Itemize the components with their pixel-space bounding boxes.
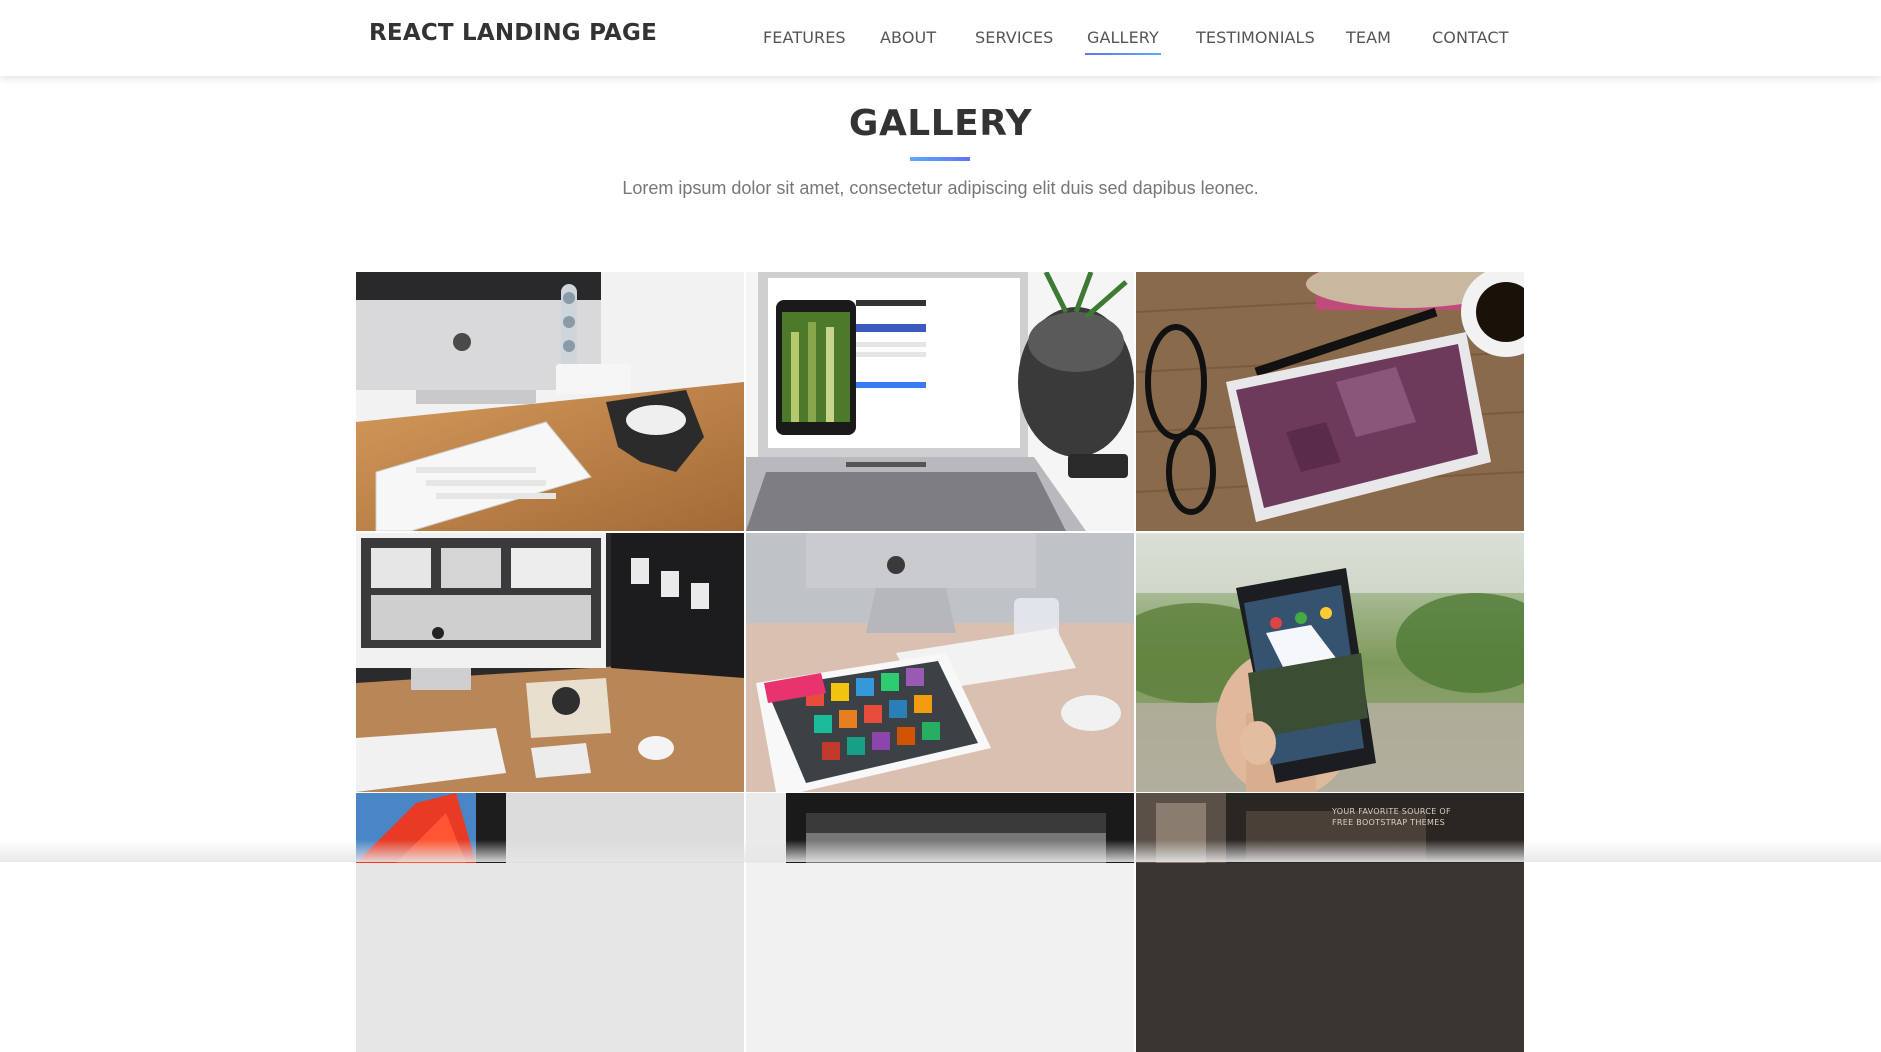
gallery-image-laptop-instagram[interactable] [746, 272, 1134, 531]
gallery-image-tablet-glasses[interactable] [1136, 272, 1524, 531]
nav-link-about[interactable]: ABOUT [880, 28, 936, 47]
top-navbar: REACT LANDING PAGE FEATURES ABOUT SERVIC… [0, 0, 1881, 76]
tile-caption-line2: FREE BOOTSTRAP THEMES [1332, 818, 1445, 827]
gallery-image-imac-desk[interactable] [356, 533, 744, 792]
gallery-image-dark-laptop[interactable] [746, 793, 1134, 1052]
gallery-image-tablet-apps[interactable] [746, 533, 1134, 792]
nav-link-testimonials[interactable]: TESTIMONIALS [1196, 28, 1315, 47]
title-underline [910, 157, 970, 161]
gallery-grid: YOUR FAVORITE SOURCE OF FREE BOOTSTRAP T… [356, 272, 1525, 1052]
brand-logo[interactable]: REACT LANDING PAGE [369, 20, 657, 46]
gallery-image-phone-hand[interactable] [1136, 533, 1524, 792]
gallery-image-red-screen[interactable] [356, 793, 744, 1052]
nav-link-gallery[interactable]: GALLERY [1085, 28, 1161, 55]
nav-link-features[interactable]: FEATURES [763, 28, 846, 47]
section-title: GALLERY [848, 103, 1033, 144]
nav-link-team[interactable]: TEAM [1346, 28, 1391, 47]
nav-link-services[interactable]: SERVICES [975, 28, 1053, 47]
gallery-image-imac-keyboard[interactable] [356, 272, 744, 531]
gallery-image-bootstrap-theme[interactable]: YOUR FAVORITE SOURCE OF FREE BOOTSTRAP T… [1136, 793, 1524, 1052]
section-subtitle: Lorem ipsum dolor sit amet, consectetur … [622, 178, 1259, 198]
nav-link-contact[interactable]: CONTACT [1432, 28, 1509, 47]
bottom-fade [0, 840, 1881, 862]
tile-caption-line1: YOUR FAVORITE SOURCE OF [1332, 807, 1451, 816]
